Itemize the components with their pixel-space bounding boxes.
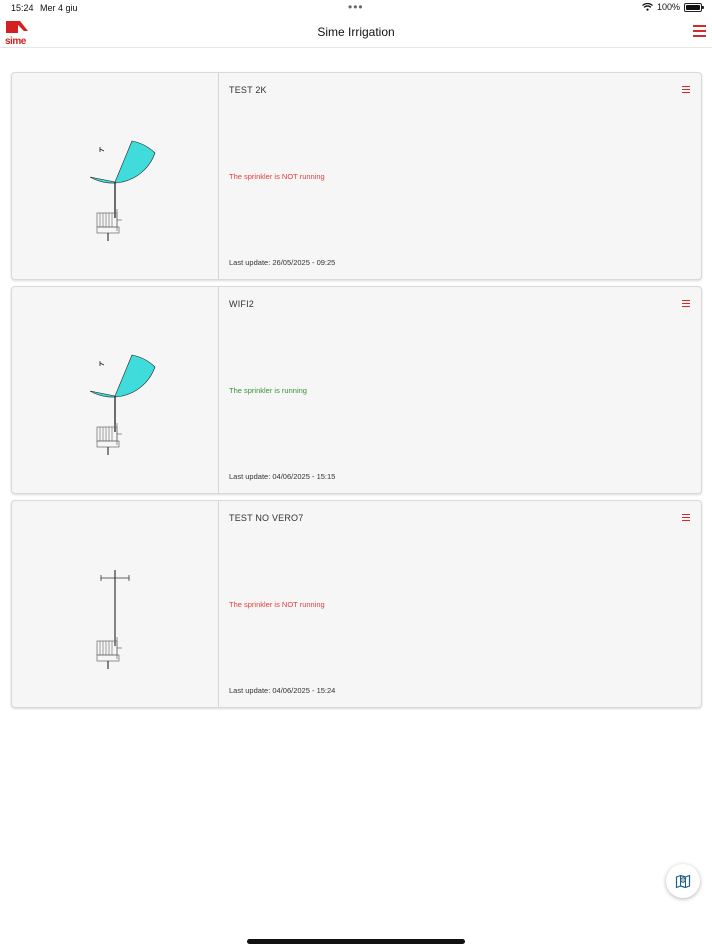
last-update: Last update: 04/06/2025 - 15:24 (229, 686, 336, 695)
sprinkler-info: WIFI2 The sprinkler is running Last upda… (219, 287, 701, 493)
sprinkler-card[interactable]: TEST 2K The sprinkler is NOT running Las… (11, 72, 702, 280)
sprinkler-name: TEST 2K (229, 85, 267, 95)
battery-icon (684, 2, 704, 12)
multitasking-dots-icon[interactable]: ••• (348, 0, 364, 14)
sprinkler-diagram (12, 501, 219, 707)
sprinkler-card[interactable]: TEST NO VERO7 The sprinkler is NOT runni… (11, 500, 702, 708)
sprinkler-info: TEST NO VERO7 The sprinkler is NOT runni… (219, 501, 701, 707)
card-menu-icon[interactable] (682, 300, 690, 308)
status-time: 15:24 (11, 3, 34, 13)
last-update: Last update: 26/05/2025 - 09:25 (229, 258, 336, 267)
sprinkler-reel-icon (96, 637, 122, 669)
sprinkler-status: The sprinkler is NOT running (229, 600, 325, 609)
card-menu-icon[interactable] (682, 514, 690, 522)
sprinkler-status: The sprinkler is running (229, 386, 307, 395)
map-pin-icon (675, 874, 691, 889)
sprinkler-diagram (12, 287, 219, 493)
sprinkler-name: WIFI2 (229, 299, 254, 309)
navbar: sime Sime Irrigation (0, 16, 712, 48)
home-indicator[interactable] (247, 939, 465, 944)
menu-icon[interactable] (693, 25, 706, 37)
status-date: Mer 4 giu (40, 3, 78, 13)
map-button[interactable] (666, 864, 700, 898)
spray-sector-icon (89, 140, 156, 184)
sprinkler-name: TEST NO VERO7 (229, 513, 304, 523)
status-bar: 15:24 Mer 4 giu ••• 100% (0, 0, 712, 16)
sprinkler-arm-icon (100, 570, 130, 646)
last-update: Last update: 04/06/2025 - 15:15 (229, 472, 336, 481)
page-title: Sime Irrigation (317, 25, 395, 39)
sprinkler-card[interactable]: WIFI2 The sprinkler is running Last upda… (11, 286, 702, 494)
battery-percent: 100% (656, 2, 680, 12)
wifi-icon (642, 3, 653, 11)
sprinkler-diagram (12, 73, 219, 279)
spray-sector-icon (89, 354, 156, 398)
sprinkler-reel-icon (96, 396, 122, 455)
status-right: 100% (642, 2, 704, 12)
card-menu-icon[interactable] (682, 86, 690, 94)
sprinkler-reel-icon (96, 182, 122, 241)
sprinkler-info: TEST 2K The sprinkler is NOT running Las… (219, 73, 701, 279)
sprinkler-status: The sprinkler is NOT running (229, 172, 325, 181)
